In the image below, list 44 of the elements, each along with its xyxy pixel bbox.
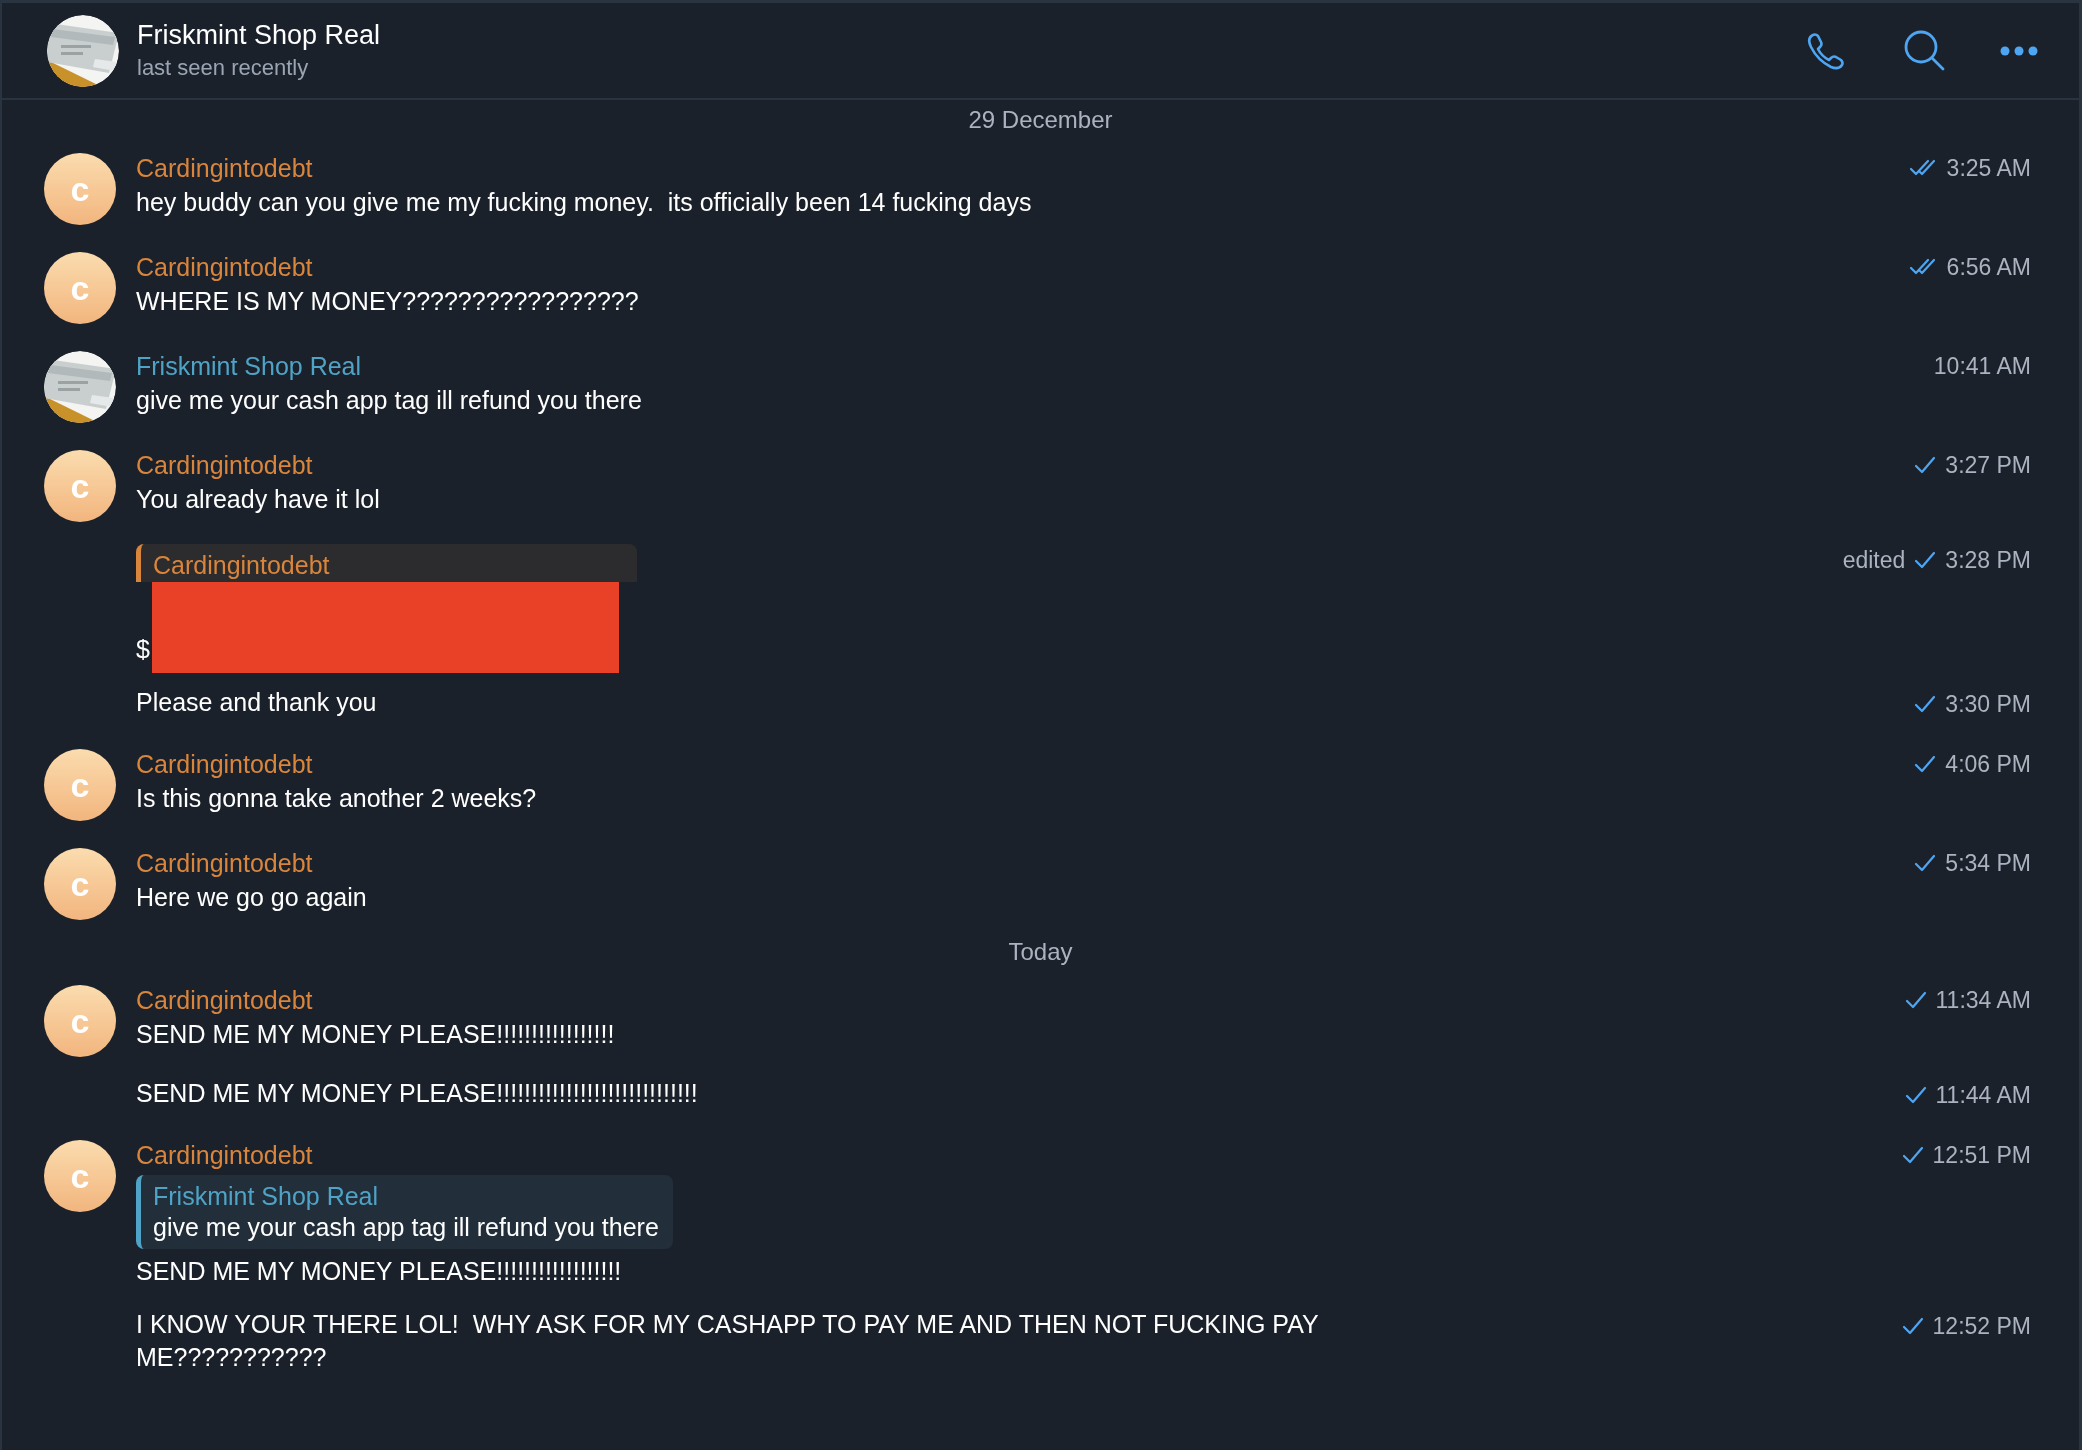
message-text: $ (136, 634, 150, 665)
message-time: 3:25 AM (1946, 154, 2031, 183)
sender-name[interactable]: Cardingintodebt (136, 845, 1914, 881)
date-separator: 29 December (968, 106, 1113, 134)
reply-quote[interactable]: Friskmint Shop Real give me your cash app tag ill refund you there (136, 1175, 673, 1249)
message-text: WHERE IS MY MONEY????????????????? (136, 286, 639, 317)
message-time: 6:56 AM (1946, 253, 2031, 282)
message-text: hey buddy can you give me my fucking money. its officially been 14 fucking days (136, 187, 1032, 218)
sender-name[interactable]: Cardingintodebt (136, 982, 1904, 1018)
quote-sender: Friskmint Shop Real (153, 1181, 380, 1211)
message-time: 3:28 PM (1945, 546, 2031, 575)
sender-name[interactable]: Cardingintodebt (136, 150, 1909, 186)
message-text: I KNOW YOUR THERE LOL! WHY ASK FOR MY CASHAPP TO PAY ME AND THEN NOT FUCKING PAY ME??????????? (136, 1309, 1320, 1373)
sender-name[interactable]: Cardingintodebt (136, 447, 1914, 483)
quote-text: give me your cash app tag ill refund you there (153, 1212, 659, 1243)
message-time: 11:34 AM (1935, 986, 2031, 1015)
message-time: 12:51 PM (1932, 1141, 2031, 1170)
sender-name[interactable]: Cardingintodebt (136, 1137, 1901, 1173)
message-text: SEND ME MY MONEY PLEASE!!!!!!!!!!!!!!!!! (136, 1019, 615, 1050)
date-separator: Today (1008, 938, 1073, 966)
message-time: 4:06 PM (1945, 750, 2031, 779)
sender-name[interactable]: Cardingintodebt (136, 746, 1914, 782)
edited-label: edited (1842, 546, 1906, 575)
message-text: You already have it lol (136, 484, 380, 515)
search-icon (1903, 28, 1947, 73)
message-text: SEND ME MY MONEY PLEASE!!!!!!!!!!!!!!!!!!!!!!!!!!!!! (136, 1078, 698, 1109)
sender-name[interactable]: Cardingintodebt (136, 249, 1909, 285)
sender-name[interactable]: Friskmint Shop Real (136, 348, 1934, 384)
message-time: 12:52 PM (1932, 1312, 2031, 1341)
message-text: SEND ME MY MONEY PLEASE!!!!!!!!!!!!!!!!!! (136, 1256, 622, 1287)
message-text: give me your cash app tag ill refund you there (136, 385, 642, 416)
message-time: 3:30 PM (1945, 690, 2031, 719)
message-time: 3:27 PM (1945, 451, 2031, 480)
reply-quote[interactable]: Cardingintodebt (136, 544, 637, 582)
message-time: 10:41 AM (1933, 352, 2031, 381)
message-text: Is this gonna take another 2 weeks? (136, 783, 537, 814)
status-text: last seen recently (137, 55, 310, 81)
chat-title: Friskmint Shop Real (137, 20, 382, 51)
message-time: 11:44 AM (1935, 1081, 2031, 1110)
message-time: 5:34 PM (1945, 849, 2031, 878)
quote-sender: Cardingintodebt (153, 550, 331, 580)
search-button[interactable] (1903, 28, 1947, 73)
message-text: Please and thank you (136, 687, 377, 718)
message-text: Here we go go again (136, 882, 367, 913)
